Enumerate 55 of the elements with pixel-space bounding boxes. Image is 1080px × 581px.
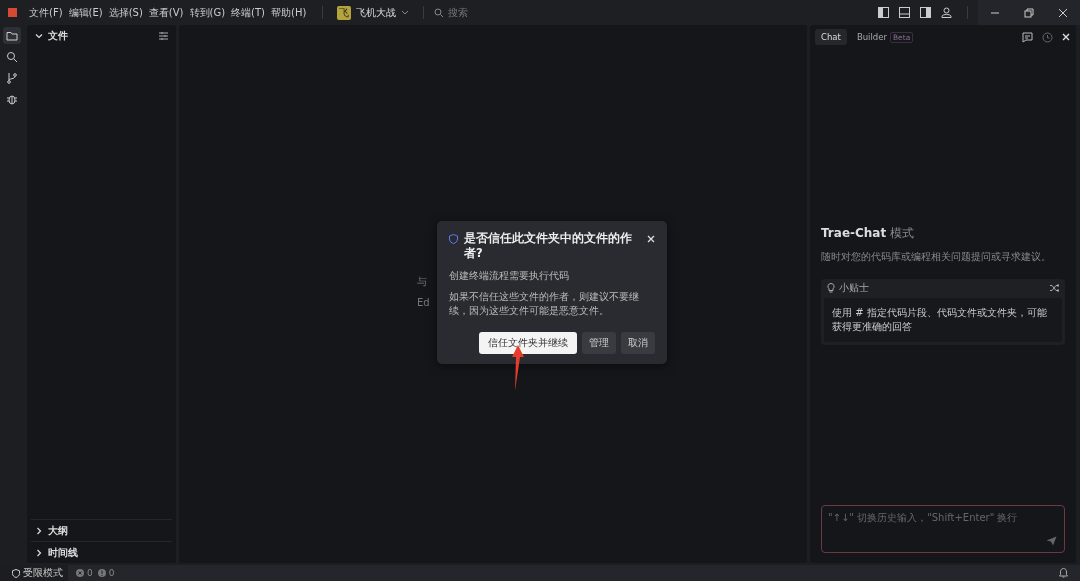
search-field[interactable]: 搜索 [448, 7, 509, 18]
shield-icon [12, 568, 20, 578]
left-panel-icon[interactable] [878, 7, 889, 18]
chat-input[interactable]: "↑↓" 切换历史输入，"Shift+Enter" 换行 [821, 505, 1065, 553]
lightbulb-icon [827, 283, 835, 293]
chevron-right-icon [35, 548, 43, 557]
dialog-button[interactable]: 管理 [582, 332, 616, 354]
restore-icon[interactable] [1024, 7, 1034, 18]
warning-count: 0 [108, 568, 115, 578]
history-icon[interactable] [1042, 31, 1053, 43]
chat-subtitle: 随时对您的代码库或编程相关问题提问或寻求建议。 [821, 250, 1052, 264]
sidebar-section-header[interactable]: 时间线 [31, 541, 172, 563]
dialog-subtitle: 创建终端流程需要执行代码 [449, 269, 570, 283]
close-icon[interactable] [1062, 33, 1070, 41]
user-icon[interactable] [941, 7, 952, 18]
shuffle-icon[interactable] [1050, 284, 1059, 292]
menu-item[interactable]: 终端(T) [231, 5, 265, 20]
chevron-down-icon [35, 31, 43, 40]
new-chat-icon[interactable] [1022, 31, 1033, 43]
app-logo-icon [8, 8, 17, 17]
close-icon[interactable] [1058, 7, 1068, 18]
bell-icon[interactable] [1059, 568, 1068, 578]
chat-tab[interactable]: Chat [815, 29, 847, 45]
trust-button[interactable]: 信任文件夹并继续 [479, 332, 577, 354]
send-icon[interactable] [1046, 536, 1057, 546]
list-icon[interactable] [159, 31, 168, 40]
tip-text: 使用 # 指定代码片段、代码文件或文件夹，可能获得更准确的回答 [824, 298, 1062, 342]
menu-item[interactable]: 查看(V) [148, 5, 184, 20]
menu-item[interactable]: 编辑(E) [68, 5, 103, 20]
files-icon[interactable] [3, 27, 21, 44]
editor-hint-text: Ed [417, 297, 430, 308]
right-panel-icon[interactable] [920, 7, 931, 18]
tip-title: 小贴士 [839, 281, 869, 295]
editor-hint-text: 与 [417, 275, 428, 289]
chevron-right-icon [35, 526, 43, 535]
menu-item[interactable]: 选择(S) [108, 5, 143, 20]
dialog-message: 如果不信任这些文件的作者，则建议不要继续，因为这些文件可能是恶意文件。 [449, 290, 640, 318]
bottom-panel-icon[interactable] [899, 7, 910, 18]
close-icon[interactable] [647, 235, 655, 243]
chat-heading: Trae-Chat 模式 [821, 225, 916, 242]
project-switcher[interactable]: 飞 飞机大战 [333, 3, 414, 22]
warning-icon[interactable] [97, 569, 106, 577]
chevron-down-icon [401, 9, 410, 16]
error-icon[interactable] [76, 569, 84, 577]
dialog-title: 是否信任此文件夹中的文件的作者? [464, 231, 633, 261]
sidebar-section-header[interactable]: 大纲 [31, 519, 172, 541]
shield-icon [449, 234, 458, 244]
menu-item[interactable]: 转到(G) [189, 5, 226, 20]
sidebar-section-header[interactable]: 文件 [31, 25, 172, 46]
menu-item[interactable]: 文件(F) [29, 5, 63, 20]
restricted-mode-indicator[interactable]: 受限模式 [0, 565, 68, 581]
menu-item[interactable]: 帮助(H) [271, 5, 307, 20]
search-icon [434, 7, 445, 18]
dialog-button[interactable]: 取消 [621, 332, 655, 354]
error-count: 0 [87, 568, 93, 578]
